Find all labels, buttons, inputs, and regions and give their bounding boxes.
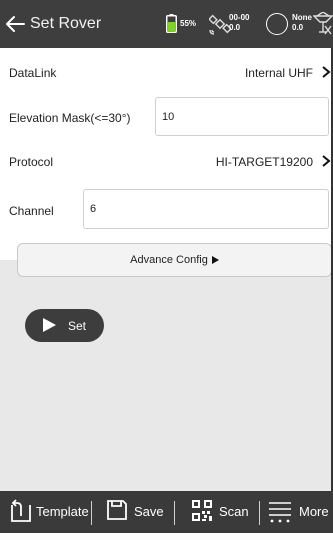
- save-icon: [107, 500, 127, 520]
- scan-button[interactable]: Scan: [180, 491, 255, 533]
- qr-code-icon: [192, 500, 212, 521]
- play-icon: [211, 256, 219, 264]
- toolbar-divider: [91, 501, 92, 525]
- channel-label: Channel: [9, 204, 54, 218]
- set-button-label: Set: [68, 319, 87, 333]
- rover-settings-form: DataLink Internal UHF Elevation Mask(<=3…: [0, 48, 333, 277]
- more-menu-icon: [269, 502, 291, 523]
- bottom-toolbar: Template Save Scan More: [0, 491, 333, 533]
- arrow-left-icon[interactable]: [4, 14, 26, 34]
- template-button[interactable]: Template: [0, 491, 90, 533]
- protocol-label: Protocol: [9, 155, 54, 169]
- chevron-right-icon[interactable]: [321, 66, 331, 78]
- battery-icon: [166, 14, 177, 33]
- template-icon: [11, 499, 31, 522]
- datalink-label: DataLink: [9, 66, 57, 80]
- app-header: Set Rover 55% 00-00 0.0 None 0.0: [0, 0, 333, 48]
- battery-level: 55%: [180, 19, 197, 28]
- toolbar-divider: [259, 501, 260, 525]
- save-button[interactable]: Save: [96, 491, 166, 533]
- elevation-mask-input[interactable]: [155, 97, 329, 136]
- satellite-icon: [209, 14, 231, 35]
- page-title: Set Rover: [30, 15, 102, 32]
- solution-status-icon: [266, 13, 288, 35]
- more-button[interactable]: More: [264, 491, 333, 533]
- toolbar-divider: [174, 501, 175, 525]
- advance-config-label: Advance Config: [130, 254, 208, 266]
- datalink-value[interactable]: Internal UHF: [245, 66, 313, 80]
- advance-config-button[interactable]: Advance Config: [17, 243, 332, 277]
- protocol-value[interactable]: HI-TARGET19200: [216, 155, 313, 169]
- satellite-readout: 00-00 0.0: [229, 13, 250, 32]
- set-button[interactable]: Set: [25, 309, 104, 342]
- play-icon: [43, 318, 56, 332]
- chevron-right-icon[interactable]: [321, 155, 331, 167]
- antenna-icon: [313, 12, 333, 35]
- elevation-mask-label: Elevation Mask(<=30°): [9, 111, 131, 125]
- solution-readout: None 0.0: [292, 13, 312, 32]
- channel-input[interactable]: [83, 189, 329, 229]
